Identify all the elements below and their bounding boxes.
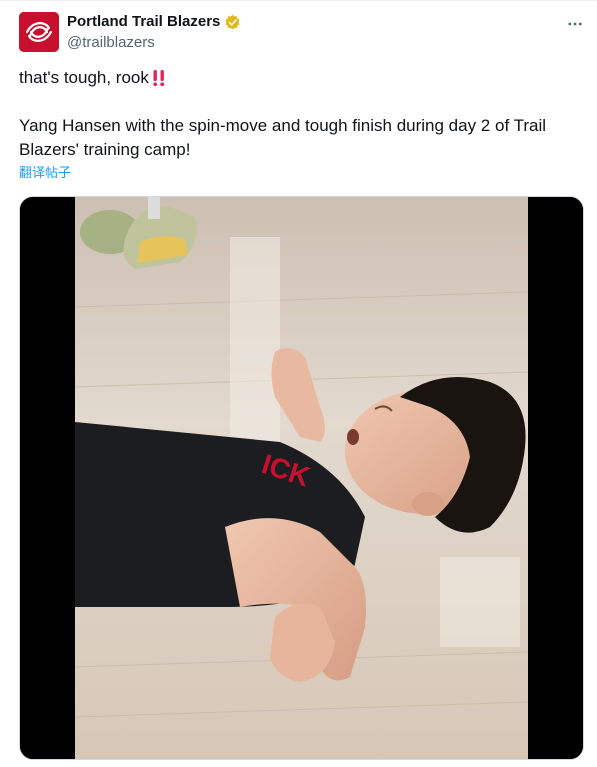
verified-badge-icon[interactable] [224, 14, 241, 31]
pinwheel-logo-icon [19, 12, 59, 52]
more-options-button[interactable] [562, 14, 588, 34]
more-horizontal-icon [568, 22, 582, 26]
account-avatar[interactable] [19, 12, 59, 52]
top-divider [0, 0, 597, 1]
translate-post-link[interactable]: 翻译帖子 [19, 165, 71, 181]
tweet-text: that's tough, rook Yang Hansen with the … [19, 66, 579, 162]
tweet-line-1: that's tough, rook [19, 68, 149, 87]
video-player[interactable]: ICK [19, 196, 584, 760]
tweet-line-2: Yang Hansen with the spin-move and tough… [19, 116, 546, 159]
display-name[interactable]: Portland Trail Blazers [67, 13, 220, 31]
name-row: Portland Trail Blazers [67, 13, 241, 31]
video-frame: ICK [20, 197, 583, 759]
double-exclamation-emoji-icon [151, 68, 167, 88]
account-handle[interactable]: @trailblazers [67, 34, 155, 52]
